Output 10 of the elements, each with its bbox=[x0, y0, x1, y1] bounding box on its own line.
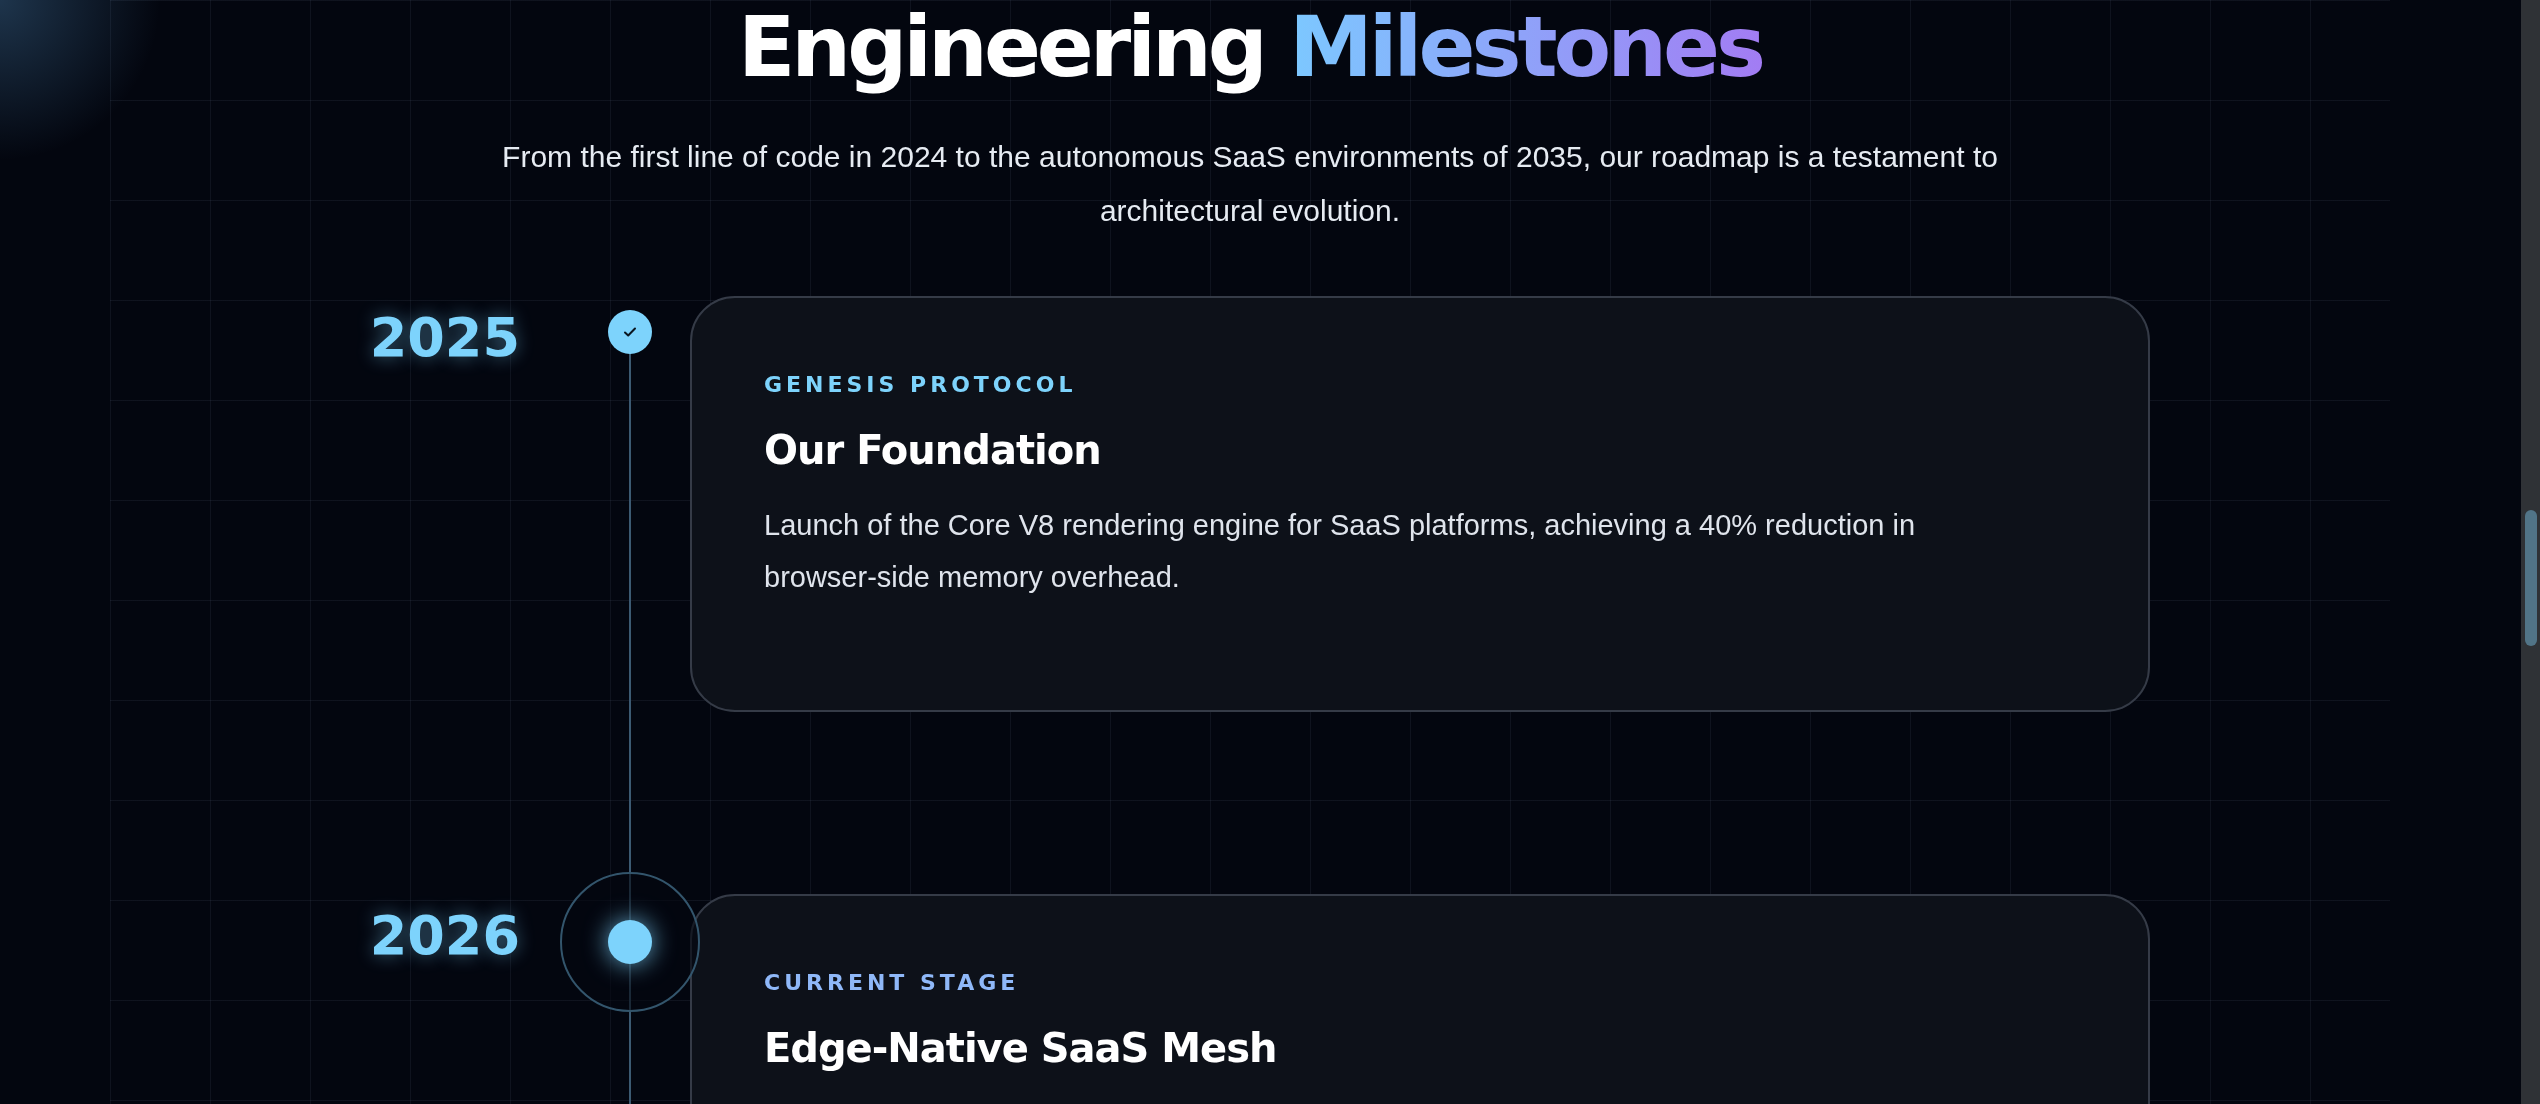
milestone-title: Edge-Native SaaS Mesh bbox=[764, 1025, 1278, 1071]
subtitle: From the first line of code in 2024 to the autonomous SaaS environments of 2035, our roadmap is a testament to architectural evolution. bbox=[501, 139, 1999, 229]
milestone-title: Our Foundation bbox=[764, 427, 1102, 473]
page-heading: Engineering Milestones bbox=[738, 0, 1762, 98]
check-icon bbox=[608, 310, 652, 354]
milestone-year: 2025 bbox=[368, 305, 521, 369]
milestone-description: Launch of the Core V8 rendering engine for SaaS platforms, achieving a 40% reduction in browser-side memory overhead. bbox=[764, 508, 1917, 595]
milestone-category: CURRENT STAGE bbox=[764, 970, 1021, 995]
milestone-category: GENESIS PROTOCOL bbox=[764, 372, 1078, 397]
milestone-year: 2026 bbox=[368, 903, 521, 967]
